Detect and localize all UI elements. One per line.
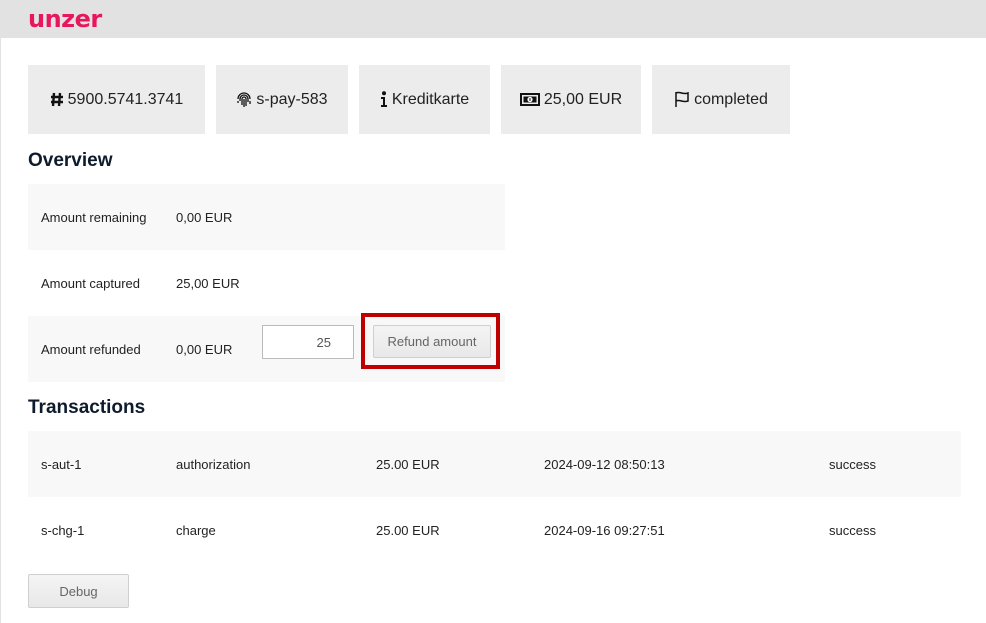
payment-reference: s-pay-583 bbox=[256, 90, 328, 108]
transaction-date: 2024-09-12 08:50:13 bbox=[544, 457, 665, 472]
fingerprint-icon bbox=[236, 91, 252, 108]
overview-value: 25,00 EUR bbox=[176, 275, 240, 291]
table-row: s-chg-1 charge 25.00 EUR 2024-09-16 09:2… bbox=[28, 497, 961, 563]
info-icon bbox=[380, 91, 388, 108]
hash-icon bbox=[50, 92, 64, 107]
table-row: s-aut-1 authorization 25.00 EUR 2024-09-… bbox=[28, 431, 961, 497]
debug-button[interactable]: Debug bbox=[28, 574, 129, 608]
transactions-heading: Transactions bbox=[28, 397, 146, 418]
transaction-amount: 25.00 EUR bbox=[376, 523, 440, 538]
tile-amount: 25,00 EUR bbox=[501, 65, 641, 134]
tile-status: completed bbox=[652, 65, 790, 134]
overview-label: Amount captured bbox=[41, 275, 141, 291]
left-border bbox=[0, 38, 1, 623]
payment-method: Kreditkarte bbox=[391, 90, 470, 108]
overview-label: Amount refunded bbox=[41, 342, 141, 357]
transaction-type: authorization bbox=[176, 457, 251, 472]
money-bill-icon bbox=[519, 93, 540, 106]
overview-row-remaining: Amount remaining 0,00 EUR bbox=[28, 184, 505, 250]
transaction-type: charge bbox=[176, 523, 216, 538]
payment-status: completed bbox=[694, 90, 768, 108]
tile-payment-id: 5900.5741.3741 bbox=[28, 65, 205, 134]
transaction-amount: 25.00 EUR bbox=[376, 457, 440, 472]
overview-value: 0,00 EUR bbox=[176, 209, 233, 225]
overview-value: 0,00 EUR bbox=[176, 342, 233, 357]
overview-label: Amount remaining bbox=[41, 209, 147, 225]
flag-icon bbox=[674, 91, 690, 108]
transaction-date: 2024-09-16 09:27:51 bbox=[544, 523, 665, 538]
tile-payment-ref: s-pay-583 bbox=[216, 65, 348, 134]
tile-payment-method: Kreditkarte bbox=[359, 65, 490, 134]
transaction-status: success bbox=[829, 523, 876, 538]
transaction-id: s-aut-1 bbox=[41, 457, 82, 472]
payment-amount: 25,00 EUR bbox=[543, 90, 623, 108]
refund-amount-input[interactable] bbox=[262, 325, 354, 359]
overview-heading: Overview bbox=[28, 150, 113, 171]
transaction-status: success bbox=[829, 457, 876, 472]
payment-id: 5900.5741.3741 bbox=[67, 90, 184, 108]
refund-amount-button[interactable]: Refund amount bbox=[373, 325, 491, 358]
transaction-id: s-chg-1 bbox=[41, 523, 85, 538]
unzer-logo[interactable]: unzer bbox=[28, 6, 102, 32]
top-bar: unzer bbox=[0, 0, 986, 38]
overview-row-captured: Amount captured 25,00 EUR bbox=[28, 250, 505, 316]
